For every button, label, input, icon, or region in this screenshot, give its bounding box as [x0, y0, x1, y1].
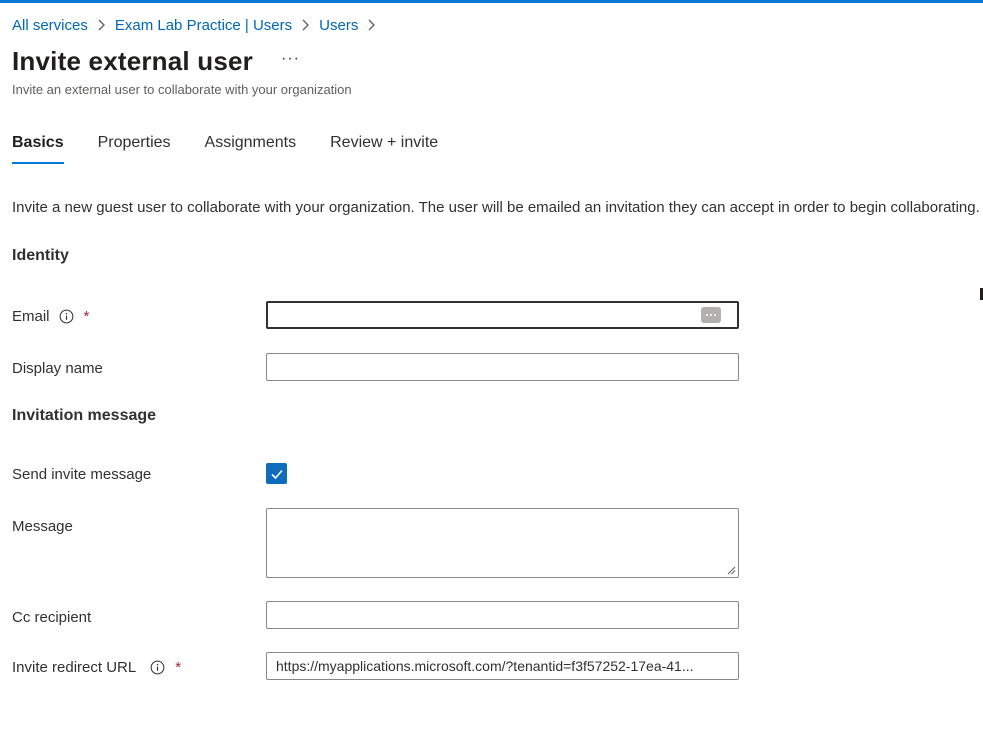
required-asterisk: *	[83, 307, 90, 325]
message-textarea[interactable]	[266, 508, 739, 578]
chevron-right-icon	[97, 19, 106, 31]
message-label: Message	[12, 517, 73, 535]
display-name-field[interactable]	[266, 353, 739, 381]
page-title: Invite external user	[12, 46, 253, 76]
tab-bar: Basics Properties Assignments Review + i…	[12, 128, 472, 164]
title-row: Invite external user ···	[12, 46, 300, 77]
breadcrumb-users[interactable]: Users	[319, 17, 358, 34]
info-icon[interactable]	[59, 309, 74, 324]
section-heading-invitation-message: Invitation message	[12, 407, 157, 424]
email-field[interactable]	[266, 301, 739, 329]
redirect-url-field[interactable]: https://myapplications.microsoft.com/?te…	[266, 652, 739, 680]
redirect-url-label: Invite redirect URL	[12, 658, 137, 676]
chevron-right-icon	[367, 19, 376, 31]
checkmark-icon	[270, 469, 283, 479]
resize-grip-icon[interactable]	[727, 566, 736, 575]
password-manager-icon[interactable]	[701, 307, 721, 323]
required-asterisk: *	[175, 658, 182, 676]
intro-text: Invite a new guest user to collaborate w…	[12, 199, 980, 216]
top-accent-bar	[0, 0, 983, 3]
email-label-row: Email *	[12, 306, 89, 326]
breadcrumb: All services Exam Lab Practice | Users U…	[12, 15, 385, 35]
chevron-right-icon	[301, 19, 310, 31]
send-invite-checkbox[interactable]	[266, 463, 287, 484]
redirect-url-value: https://myapplications.microsoft.com/?te…	[276, 658, 694, 674]
tab-assignments[interactable]: Assignments	[205, 128, 297, 164]
email-label: Email	[12, 307, 50, 325]
tab-properties[interactable]: Properties	[98, 128, 171, 164]
tab-review-invite[interactable]: Review + invite	[330, 128, 438, 164]
breadcrumb-all-services[interactable]: All services	[12, 17, 88, 34]
page-subtitle: Invite an external user to collaborate w…	[12, 82, 352, 97]
more-options-button[interactable]: ···	[281, 50, 300, 67]
section-heading-identity: Identity	[12, 247, 69, 264]
info-icon[interactable]	[150, 660, 165, 675]
send-invite-label: Send invite message	[12, 465, 152, 483]
redirect-url-label-row: Invite redirect URL *	[12, 657, 181, 677]
cc-recipient-label: Cc recipient	[12, 608, 92, 626]
tab-basics[interactable]: Basics	[12, 128, 64, 164]
cc-recipient-field[interactable]	[266, 601, 739, 629]
breadcrumb-exam-lab-practice-users[interactable]: Exam Lab Practice | Users	[115, 17, 292, 34]
display-name-label: Display name	[12, 359, 103, 377]
